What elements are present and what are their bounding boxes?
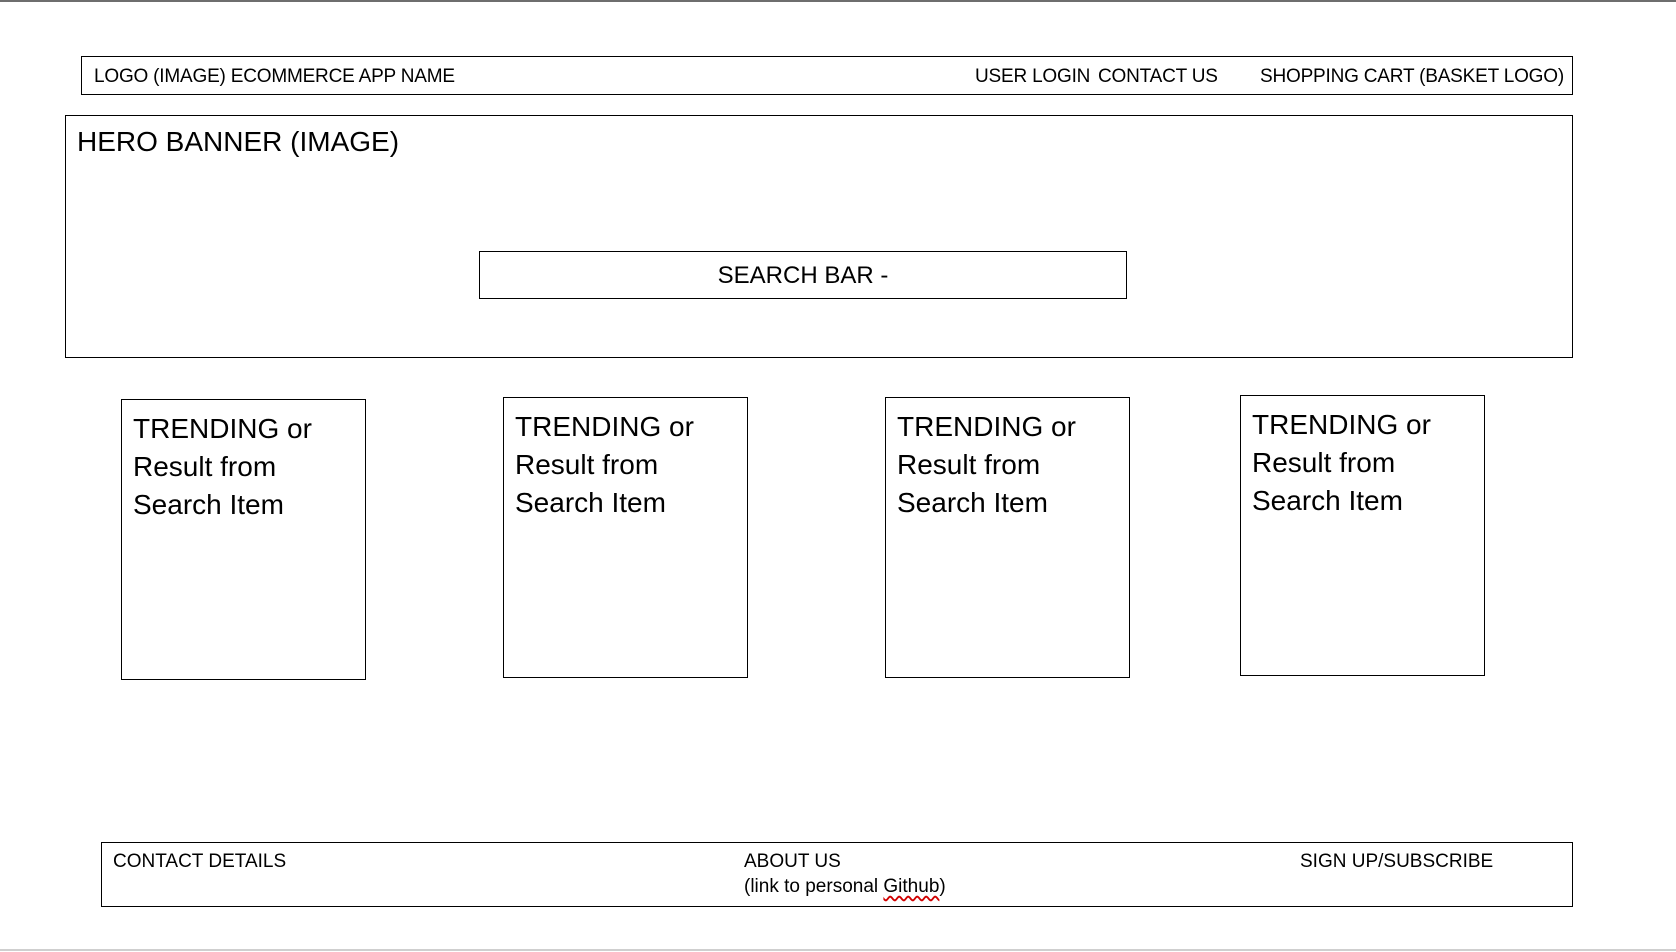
about-us-note-suffix: ) [939,876,946,897]
about-us-note-prefix: (link to personal [744,876,884,897]
trending-card-2[interactable]: TRENDING or Result from Search Item [503,397,748,678]
card-text: TRENDING or Result from Search Item [515,408,740,522]
hero-title: HERO BANNER (IMAGE) [77,126,400,157]
card-line-3: Search Item [1252,485,1403,516]
card-line-1: TRENDING or [133,413,312,444]
footer-bar: CONTACT DETAILS ABOUT US (link to person… [101,842,1573,907]
trending-card-4[interactable]: TRENDING or Result from Search Item [1240,395,1485,676]
bottom-divider [0,949,1676,951]
card-line-1: TRENDING or [515,411,694,442]
github-link[interactable]: Github [883,876,939,897]
card-line-2: Result from [133,451,277,482]
card-text: TRENDING or Result from Search Item [897,408,1122,522]
contact-details-link[interactable]: CONTACT DETAILS [113,851,286,873]
signup-subscribe-link[interactable]: SIGN UP/SUBSCRIBE [1300,851,1493,873]
card-text: TRENDING or Result from Search Item [133,410,358,524]
card-line-3: Search Item [897,487,1048,518]
card-line-1: TRENDING or [897,411,1076,442]
logo-app-name[interactable]: LOGO (IMAGE) ECOMMERCE APP NAME [94,66,455,88]
card-line-2: Result from [515,449,659,480]
shopping-cart-link[interactable]: SHOPPING CART (BASKET LOGO) [1260,66,1564,88]
trending-card-1[interactable]: TRENDING or Result from Search Item [121,399,366,680]
hero-banner: HERO BANNER (IMAGE) SEARCH BAR - [65,115,1573,358]
card-line-3: Search Item [515,487,666,518]
card-line-2: Result from [1252,447,1396,478]
contact-us-link[interactable]: CONTACT US [1098,66,1218,88]
card-line-2: Result from [897,449,1041,480]
search-bar-label: SEARCH BAR - [717,262,889,289]
top-divider [0,0,1676,2]
about-us-link[interactable]: ABOUT US [744,851,841,873]
about-us-note[interactable]: (link to personal Github) [744,876,946,898]
header-bar: LOGO (IMAGE) ECOMMERCE APP NAME USER LOG… [81,56,1573,95]
user-login-link[interactable]: USER LOGIN [975,66,1090,88]
search-bar[interactable]: SEARCH BAR - [479,251,1127,299]
card-line-3: Search Item [133,489,284,520]
card-text: TRENDING or Result from Search Item [1252,406,1477,520]
card-line-1: TRENDING or [1252,409,1431,440]
trending-card-3[interactable]: TRENDING or Result from Search Item [885,397,1130,678]
